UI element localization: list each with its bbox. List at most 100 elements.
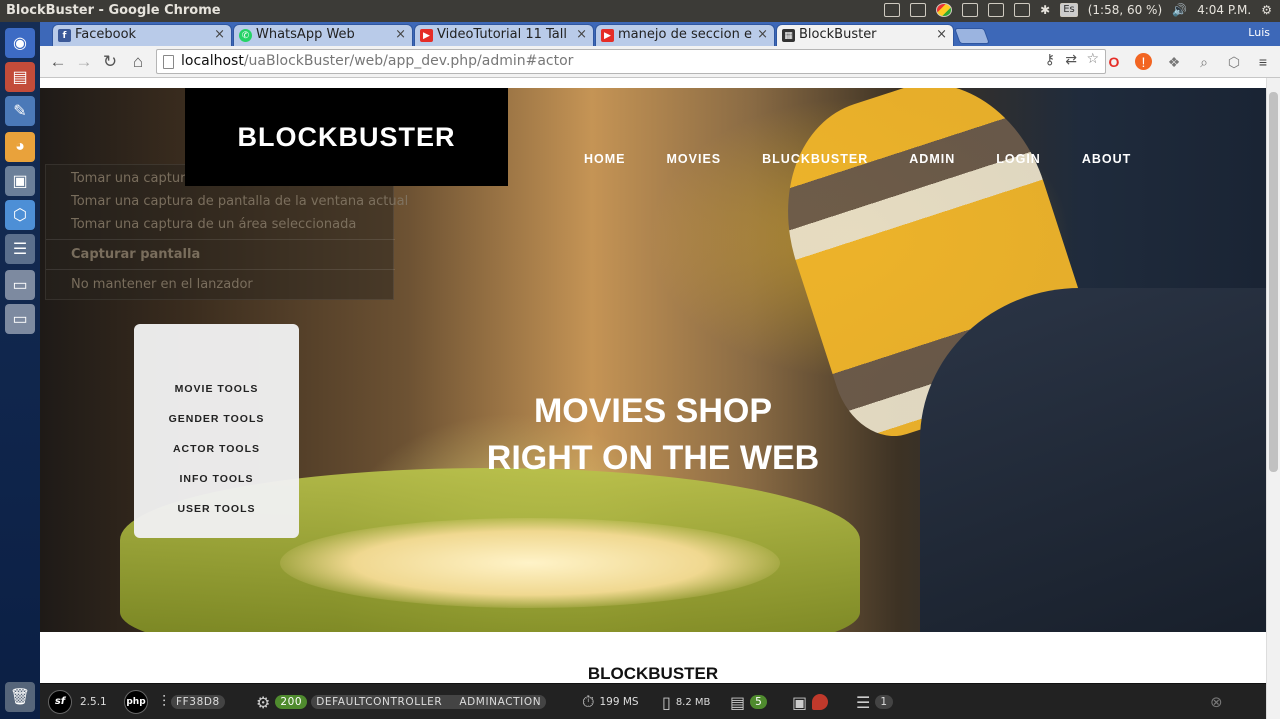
memory-icon: ▯ bbox=[662, 692, 671, 712]
menu-user-tools[interactable]: USER TOOLS bbox=[134, 503, 299, 515]
brand-box[interactable]: BLOCKBUSTER bbox=[185, 88, 508, 186]
menu-actor-tools[interactable]: ACTOR TOOLS bbox=[134, 443, 299, 455]
ctx-capture-area[interactable]: Tomar una captura de un área seleccionad… bbox=[71, 217, 356, 232]
reload-icon[interactable]: ↻ bbox=[100, 52, 120, 72]
tab-label: VideoTutorial 11 Tall bbox=[437, 27, 567, 42]
sf-security-block[interactable]: ▣ bbox=[792, 693, 829, 712]
translate-icon[interactable]: ⇄ bbox=[1065, 52, 1077, 68]
opera-icon[interactable]: O bbox=[1105, 53, 1123, 71]
ctx-heading[interactable]: Capturar pantalla bbox=[71, 247, 200, 262]
files-icon[interactable]: ▤ bbox=[5, 62, 35, 92]
close-icon[interactable]: × bbox=[757, 27, 768, 42]
nav-about[interactable]: ABOUT bbox=[1082, 152, 1131, 166]
symfony-debug-toolbar: sf 2.5.1 php ⫶ FF38D8 ⚙ 200 DEFAULTCONTR… bbox=[40, 683, 1266, 719]
chrome-icon[interactable] bbox=[936, 3, 953, 17]
ctx-unpin[interactable]: No mantener en el lanzador bbox=[71, 277, 253, 292]
forward-arrow-icon[interactable]: → bbox=[74, 52, 94, 72]
youtube-icon: ▶ bbox=[420, 29, 433, 42]
sf-version-block[interactable]: sf 2.5.1 bbox=[48, 690, 107, 714]
nav-login[interactable]: LOGIN bbox=[996, 152, 1041, 166]
drive-icon-2[interactable]: ▭ bbox=[5, 304, 35, 334]
close-icon[interactable]: × bbox=[214, 27, 225, 42]
page-scrollbar[interactable] bbox=[1266, 78, 1280, 719]
nav-admin[interactable]: ADMIN bbox=[909, 152, 955, 166]
battery-status[interactable]: (1:58, 60 %) bbox=[1088, 3, 1162, 17]
screenshot-icon[interactable]: ▣ bbox=[5, 166, 35, 196]
dropbox-icon[interactable] bbox=[910, 3, 927, 17]
sf-forms-block[interactable]: ▤ 5 bbox=[730, 692, 768, 712]
close-icon[interactable]: × bbox=[936, 27, 947, 42]
chrome-launcher-icon[interactable]: ◕ bbox=[5, 132, 35, 162]
clipboard-icon: ▤ bbox=[730, 692, 746, 712]
update-icon[interactable] bbox=[962, 3, 979, 17]
keyboard-layout[interactable]: Es bbox=[1060, 3, 1078, 17]
dropbox-ext-icon[interactable]: ❖ bbox=[1165, 53, 1183, 71]
trash-icon[interactable]: 🗑 bbox=[5, 682, 35, 712]
volume-icon[interactable]: 🔊 bbox=[1172, 3, 1187, 17]
tab-facebook[interactable]: f Facebook × bbox=[52, 24, 232, 46]
tab-blockbuster[interactable]: ▦ BlockBuster × bbox=[776, 24, 954, 46]
settings-gear-icon[interactable]: ⚙ bbox=[1261, 3, 1272, 17]
ctx-capture-window[interactable]: Tomar una captura de pantalla de la vent… bbox=[71, 194, 408, 209]
nav-bluckbuster[interactable]: BLUCKBUSTER bbox=[762, 152, 868, 166]
tab-manejo[interactable]: ▶ manejo de seccion e × bbox=[595, 24, 775, 46]
profile-button[interactable]: Luis bbox=[1248, 26, 1270, 39]
nav-movies[interactable]: MOVIES bbox=[667, 152, 722, 166]
cube-icon[interactable]: ⬡ bbox=[1225, 53, 1243, 71]
brand-logo-text[interactable]: BLOCKBUSTER bbox=[185, 122, 508, 153]
back-arrow-icon[interactable]: ← bbox=[48, 52, 68, 72]
menu-gender-tools[interactable]: GENDER TOOLS bbox=[134, 413, 299, 425]
sf-action: ADMINACTION bbox=[447, 695, 547, 709]
clock[interactable]: 4:04 P.M. bbox=[1197, 3, 1251, 17]
alert-icon[interactable]: ! bbox=[1135, 53, 1152, 70]
equalizer-icon: ⫶ bbox=[162, 692, 167, 711]
key-icon[interactable]: ⚷ bbox=[1045, 52, 1055, 68]
tab-label: Facebook bbox=[75, 27, 137, 42]
section-title: BLOCKBUSTER bbox=[587, 664, 719, 683]
sf-db-block[interactable]: ☰ 1 bbox=[856, 692, 893, 712]
sf-queries-count: 1 bbox=[875, 695, 893, 709]
security-status-icon bbox=[812, 694, 829, 710]
facebook-icon: f bbox=[58, 29, 71, 42]
sf-php-block[interactable]: php bbox=[124, 690, 156, 714]
sf-memory: 8.2 MB bbox=[675, 696, 711, 708]
youtube-icon: ▶ bbox=[601, 29, 614, 42]
film-icon: ▦ bbox=[782, 29, 795, 42]
sf-memory-block[interactable]: ▯ 8.2 MB bbox=[662, 692, 711, 712]
scrollbar-thumb[interactable] bbox=[1269, 92, 1278, 472]
address-bar[interactable]: localhost/uaBlockBuster/web/app_dev.php/… bbox=[156, 49, 1106, 74]
virtualbox-icon[interactable]: ⬡ bbox=[5, 200, 35, 230]
sf-close-icon[interactable]: ⊗ bbox=[1210, 693, 1223, 711]
address-path: /uaBlockBuster/web/app_dev.php/admin#act… bbox=[243, 53, 574, 69]
sf-version: 2.5.1 bbox=[80, 696, 107, 708]
sf-controller: DEFAULTCONTROLLER bbox=[311, 695, 448, 709]
menu-info-tools[interactable]: INFO TOOLS bbox=[134, 473, 299, 485]
menu-icon[interactable]: ≡ bbox=[1254, 53, 1272, 71]
hero-banner: BLOCKBUSTER HOME MOVIES BLUCKBUSTER ADMI… bbox=[40, 88, 1266, 632]
app-icon[interactable]: ☰ bbox=[5, 234, 35, 264]
bookmark-star-icon[interactable]: ☆ bbox=[1086, 51, 1099, 67]
tab-videotutorial[interactable]: ▶ VideoTutorial 11 Tall × bbox=[414, 24, 594, 46]
wifi-icon[interactable] bbox=[1014, 3, 1031, 17]
sf-token-block[interactable]: ⫶ FF38D8 bbox=[162, 692, 225, 711]
drive-icon[interactable]: ▭ bbox=[5, 270, 35, 300]
notes-icon[interactable] bbox=[884, 3, 901, 17]
bluetooth-icon[interactable]: ✱ bbox=[1040, 3, 1050, 17]
close-icon[interactable]: × bbox=[576, 27, 587, 42]
zoom-icon[interactable]: ⌕ bbox=[1195, 53, 1213, 71]
tab-whatsapp[interactable]: ✆ WhatsApp Web × bbox=[233, 24, 413, 46]
text-editor-icon[interactable]: ✎ bbox=[5, 96, 35, 126]
nav-home[interactable]: HOME bbox=[584, 152, 626, 166]
sf-time-block[interactable]: ⏱ 199 MS bbox=[582, 692, 639, 711]
home-icon[interactable]: ⌂ bbox=[128, 52, 148, 72]
launcher: ◉ ▤ ✎ ◕ ▣ ⬡ ☰ ▭ ▭ 🗑 bbox=[0, 22, 40, 719]
dash-icon[interactable]: ◉ bbox=[5, 28, 35, 58]
whatsapp-icon: ✆ bbox=[239, 29, 252, 42]
menu-movie-tools[interactable]: MOVIE TOOLS bbox=[134, 383, 299, 395]
clipboard-icon[interactable] bbox=[988, 3, 1005, 17]
database-icon: ☰ bbox=[856, 692, 871, 712]
gears-icon: ⚙ bbox=[256, 692, 271, 712]
new-tab-button[interactable] bbox=[954, 28, 990, 44]
close-icon[interactable]: × bbox=[395, 27, 406, 42]
sf-request-block[interactable]: ⚙ 200 DEFAULTCONTROLLER ADMINACTION bbox=[256, 692, 547, 712]
